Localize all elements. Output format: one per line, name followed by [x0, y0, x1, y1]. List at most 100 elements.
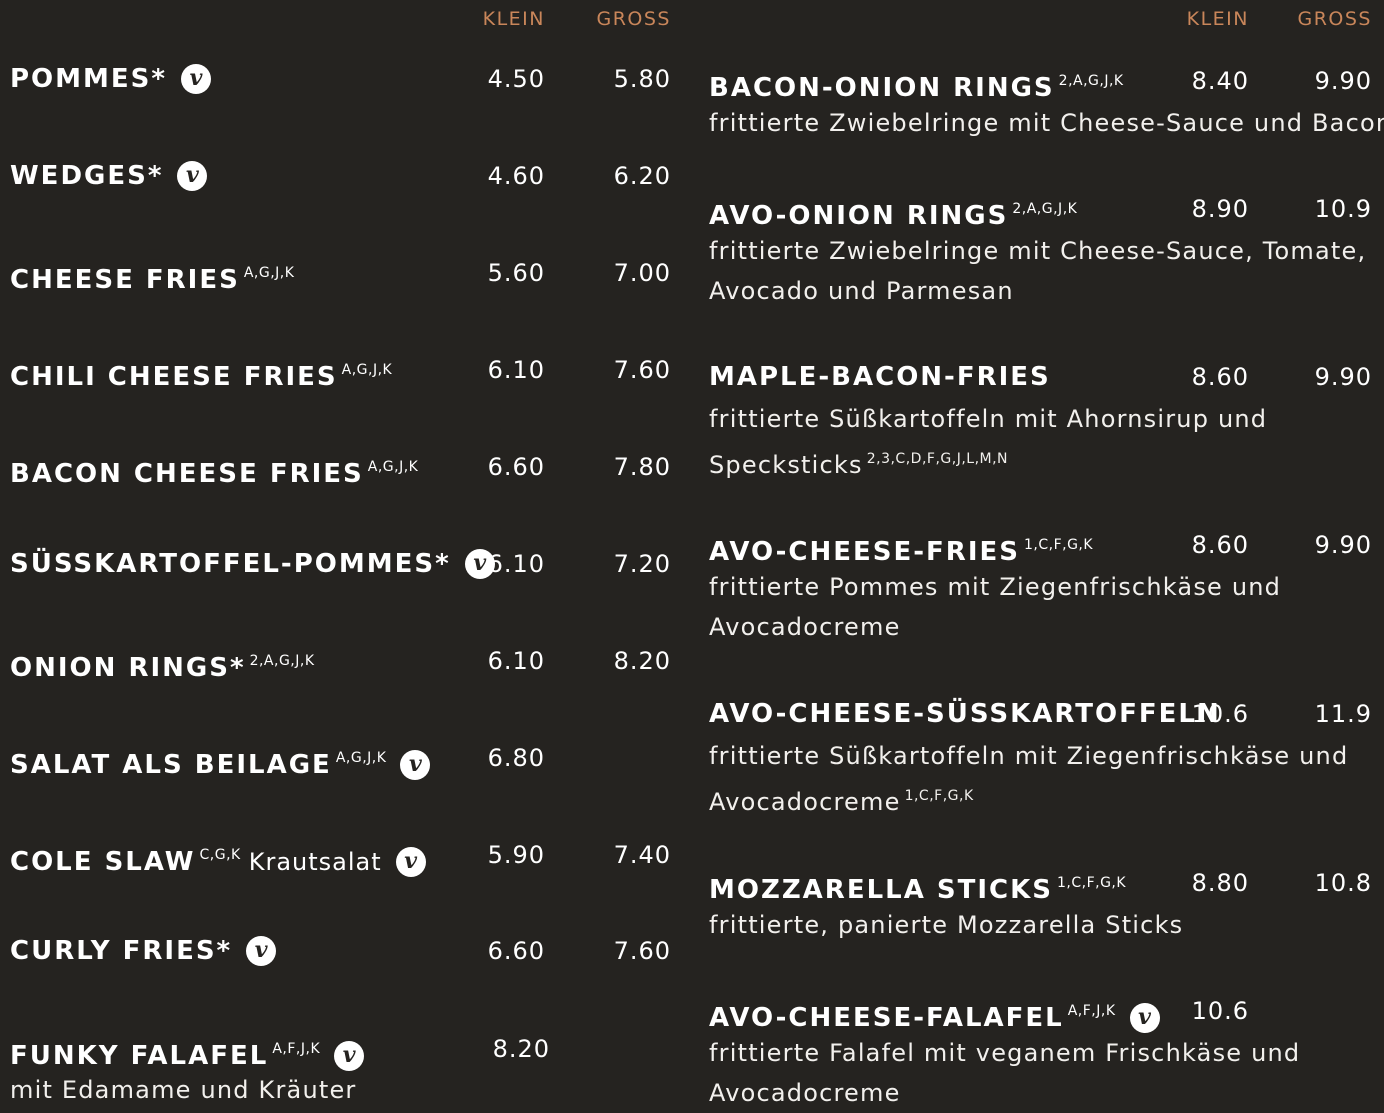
menu-item-name: COLE SLAW C,G,K Krautsalat v — [10, 840, 426, 877]
item-title: CHILI CHEESE FRIES — [10, 362, 338, 392]
allergen-codes: 1,C,F,G,K — [1023, 537, 1094, 553]
menu-item-name: BACON CHEESE FRIES A,G,J,K — [10, 452, 418, 489]
price-gross: 9.90 — [1314, 531, 1372, 559]
description-text: Avocado und Parmesan — [709, 277, 1014, 305]
allergen-codes: 2,A,G,J,K — [249, 653, 315, 669]
price-klein: 8.20 — [492, 1035, 550, 1063]
menu-item-name: ONION RINGS* 2,A,G,J,K — [10, 646, 315, 683]
item-title: AVO-CHEESE-FALAFEL — [709, 1003, 1064, 1033]
item-title: ONION RINGS* — [10, 653, 246, 683]
vegan-icon: v — [400, 750, 431, 780]
allergen-codes: 1,C,F,G,K — [1056, 875, 1127, 891]
left-gross-header: GROSS — [596, 8, 671, 30]
price-gross: 7.80 — [613, 453, 671, 481]
allergen-codes: A,F,J,K — [1067, 1003, 1116, 1019]
price-klein: 6.80 — [487, 744, 545, 772]
item-title: FUNKY FALAFEL — [10, 1041, 269, 1071]
allergen-codes: A,G,J,K — [243, 265, 295, 281]
item-description-line2: Avocadocreme 1,C,F,G,K — [709, 776, 974, 822]
price-gross: 7.40 — [613, 841, 671, 869]
item-title: AVO-ONION RINGS — [709, 201, 1009, 231]
menu-item-name: CURLY FRIES* v — [10, 936, 277, 966]
menu-item-name: SÜSSKARTOFFEL-POMMES* v — [10, 549, 495, 579]
price-gross: 11.9 — [1314, 700, 1372, 728]
allergen-codes: A,G,J,K — [367, 459, 419, 475]
item-title: SÜSSKARTOFFEL-POMMES* — [10, 549, 451, 579]
item-description: frittierte Zwiebelringe mit Cheese-Sauce… — [709, 237, 1367, 265]
price-gross: 9.90 — [1314, 67, 1372, 95]
menu-item-name: SALAT ALS BEILAGE A,G,J,K v — [10, 743, 431, 780]
item-title: BACON-ONION RINGS — [709, 73, 1055, 103]
price-gross: 10.8 — [1314, 869, 1372, 897]
allergen-codes: C,G,K — [199, 847, 241, 863]
allergen-codes: 2,3,C,D,F,G,J,L,M,N — [866, 451, 1009, 467]
item-title: MAPLE-BACON-FRIES — [709, 362, 1051, 392]
menu-item-name: CHILI CHEESE FRIES A,G,J,K — [10, 355, 392, 392]
menu-item-name: AVO-ONION RINGS 2,A,G,J,K — [709, 194, 1077, 231]
item-description-line2: Avocado und Parmesan — [709, 271, 1014, 311]
description-text: Specksticks — [709, 451, 863, 479]
price-klein: 8.80 — [1191, 869, 1249, 897]
menu-item-name: WEDGES* v — [10, 161, 208, 191]
price-klein: 6.60 — [487, 937, 545, 965]
allergen-codes: 2,A,G,J,K — [1058, 73, 1124, 89]
description-text: Avocadocreme — [709, 1079, 901, 1107]
menu-item-name: AVO-CHEESE-FALAFEL A,F,J,K v — [709, 996, 1160, 1033]
price-klein: 6.10 — [487, 356, 545, 384]
vegan-icon: v — [1129, 1003, 1160, 1033]
item-title: CHEESE FRIES — [10, 265, 240, 295]
price-gross: 6.20 — [613, 162, 671, 190]
item-description: frittierte Süßkartoffeln mit Ziegenfrisc… — [709, 742, 1349, 770]
item-description: mit Edamame und Kräuter — [10, 1076, 357, 1104]
menu-item-name: AVO-CHEESE-SÜSSKARTOFFELN — [709, 699, 1221, 729]
price-gross: 7.60 — [613, 937, 671, 965]
menu-item-name: BACON-ONION RINGS 2,A,G,J,K — [709, 66, 1124, 103]
item-title: POMMES* — [10, 64, 167, 94]
price-gross: 7.60 — [613, 356, 671, 384]
item-title: WEDGES* — [10, 161, 164, 191]
price-klein: 8.60 — [1191, 531, 1249, 559]
item-description: frittierte Süßkartoffeln mit Ahornsirup … — [709, 405, 1268, 433]
vegan-icon: v — [246, 936, 277, 966]
item-description-line2: Avocadocreme — [709, 607, 901, 647]
item-title: AVO-CHEESE-FRIES — [709, 537, 1020, 567]
price-gross: 7.00 — [613, 259, 671, 287]
item-description: frittierte Pommes mit Ziegenfrischkäse u… — [709, 573, 1282, 601]
price-klein: 10.6 — [1191, 997, 1249, 1025]
item-description: frittierte Falafel mit veganem Frischkäs… — [709, 1039, 1301, 1067]
item-description: frittierte, panierte Mozzarella Sticks — [709, 911, 1184, 939]
price-klein: 5.60 — [487, 259, 545, 287]
price-gross: 8.20 — [613, 647, 671, 675]
price-klein: 6.60 — [487, 453, 545, 481]
menu-item-name: MOZZARELLA STICKS 1,C,F,G,K — [709, 868, 1126, 905]
vegan-icon: v — [181, 64, 211, 94]
price-klein: 8.90 — [1191, 195, 1249, 223]
vegan-icon: v — [334, 1041, 365, 1071]
menu-item-name: FUNKY FALAFEL A,F,J,K v — [10, 1034, 365, 1071]
price-klein: 8.60 — [1191, 363, 1249, 391]
price-klein: 5.90 — [487, 841, 545, 869]
right-gross-header: GROSS — [1297, 8, 1372, 30]
allergen-codes: A,G,J,K — [335, 750, 387, 766]
price-klein: 4.50 — [487, 65, 545, 93]
item-note: Krautsalat — [248, 848, 382, 876]
left-klein-header: KLEIN — [482, 8, 545, 30]
menu-item-name: POMMES* v — [10, 64, 211, 94]
description-text: Avocadocreme — [709, 613, 901, 641]
price-klein: 6.10 — [487, 647, 545, 675]
item-description-line2: Specksticks 2,3,C,D,F,G,J,L,M,N — [709, 439, 1008, 485]
allergen-codes: A,G,J,K — [341, 362, 393, 378]
allergen-codes: 1,C,F,G,K — [904, 788, 974, 804]
price-klein: 8.40 — [1191, 67, 1249, 95]
allergen-codes: 2,A,G,J,K — [1012, 201, 1078, 217]
item-title: SALAT ALS BEILAGE — [10, 750, 332, 780]
price-klein: 4.60 — [487, 162, 545, 190]
menu-item-name: MAPLE-BACON-FRIES — [709, 362, 1051, 392]
allergen-codes: A,F,J,K — [272, 1041, 321, 1057]
item-title: CURLY FRIES* — [10, 936, 233, 966]
item-description: frittierte Zwiebelringe mit Cheese-Sauce… — [709, 109, 1384, 137]
price-klein: 6.10 — [487, 550, 545, 578]
item-description-line2: Avocadocreme — [709, 1073, 901, 1113]
item-title: MOZZARELLA STICKS — [709, 875, 1053, 905]
price-gross: 10.9 — [1314, 195, 1372, 223]
